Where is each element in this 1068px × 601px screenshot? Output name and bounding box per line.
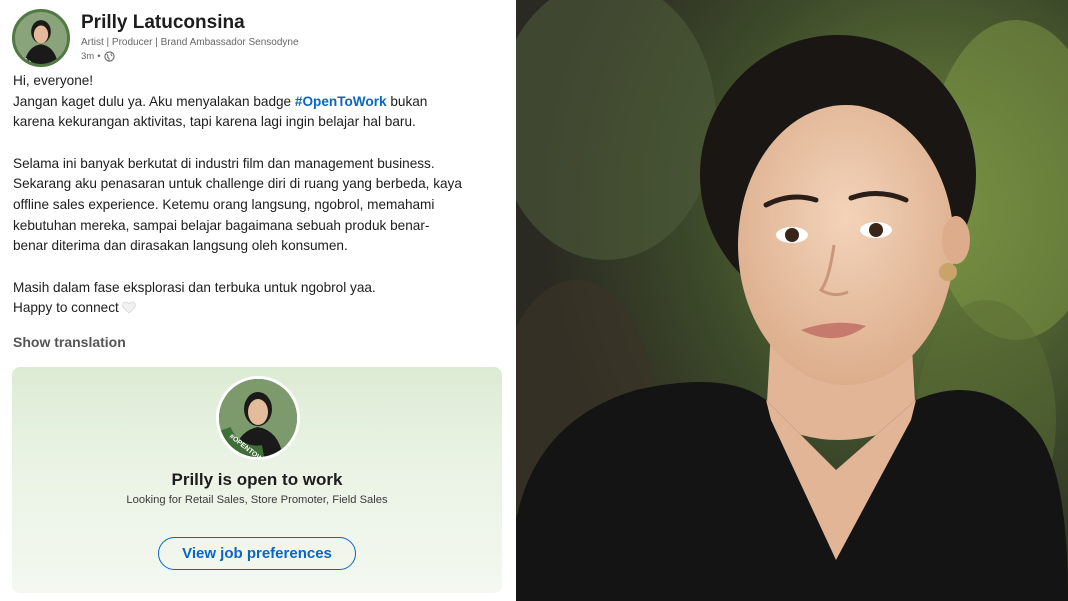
post-line1-before: Jangan kaget dulu ya. Aku menyalakan bad…: [13, 93, 295, 109]
post-closing: Happy to connect: [13, 298, 508, 319]
author-avatar[interactable]: #OPENTOWORK: [12, 9, 70, 67]
globe-icon: [103, 51, 115, 62]
view-job-preferences-button[interactable]: View job preferences: [158, 537, 356, 570]
open-to-work-subtitle: Looking for Retail Sales, Store Promoter…: [126, 494, 388, 506]
show-translation-link[interactable]: Show translation: [13, 334, 126, 350]
hashtag-link[interactable]: #OpenToWork: [295, 94, 387, 109]
linkedin-post: #OPENTOWORK Prilly Latuconsina Artist | …: [0, 0, 514, 601]
meta-separator: •: [97, 51, 101, 62]
post-paragraph-2: Selama ini banyak berkutat di industri f…: [13, 155, 462, 254]
post-body: Hi, everyone! Jangan kaget dulu ya. Aku …: [13, 71, 508, 319]
post-time: 3m: [81, 51, 95, 62]
white-heart-icon: [122, 301, 136, 314]
open-to-work-avatar: #OPENTOWORK: [219, 379, 297, 457]
otw-avatar-portrait: #OPENTOWORK: [219, 379, 297, 457]
author-name[interactable]: Prilly Latuconsina: [81, 12, 245, 34]
post-meta: 3m •: [81, 51, 115, 62]
post-closing-text: Happy to connect: [13, 300, 119, 316]
post-paragraph-1: Jangan kaget dulu ya. Aku menyalakan bad…: [13, 92, 508, 133]
post-greeting: Hi, everyone!: [13, 73, 94, 88]
open-to-work-title: Prilly is open to work: [171, 470, 343, 489]
open-to-work-card: #OPENTOWORK Prilly is open to work Looki…: [12, 367, 502, 593]
portrait-photo: [516, 0, 1068, 601]
post-paragraph-3: Masih dalam fase eksplorasi dan terbuka …: [13, 279, 376, 295]
portrait-illustration: [516, 0, 1068, 601]
author-headline: Artist | Producer | Brand Ambassador Sen…: [81, 37, 299, 48]
